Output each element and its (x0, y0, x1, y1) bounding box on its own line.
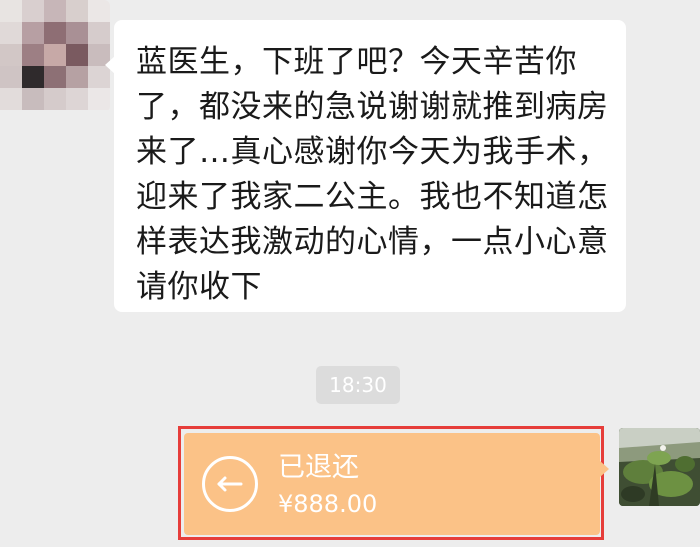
message-line: 迎来了我家二公主。我也不知道怎 (136, 179, 609, 215)
message-timestamp: 18:30 (316, 366, 400, 404)
message-line: 蓝医生，下班了吧？今天辛苦你 (136, 44, 577, 80)
message-line: 样表达我激动的心情，一点小心意 (136, 224, 609, 260)
message-line: 来了…真心感谢你今天为我手术， (136, 134, 609, 170)
return-arrow-icon (202, 456, 258, 512)
incoming-message-bubble[interactable]: 蓝医生，下班了吧？今天辛苦你 了，都没来的急说谢谢就推到病房 来了…真心感谢你今… (105, 20, 626, 312)
transfer-amount: ¥888.00 (278, 490, 378, 518)
message-line: 请你收下 (136, 269, 262, 305)
sender-avatar[interactable] (0, 0, 110, 112)
transfer-card[interactable]: 已退还 ¥888.00 (184, 433, 609, 535)
transfer-status: 已退还 (278, 452, 359, 483)
own-avatar[interactable] (619, 428, 700, 506)
message-line: 了，都没来的急说谢谢就推到病房 (136, 89, 609, 125)
